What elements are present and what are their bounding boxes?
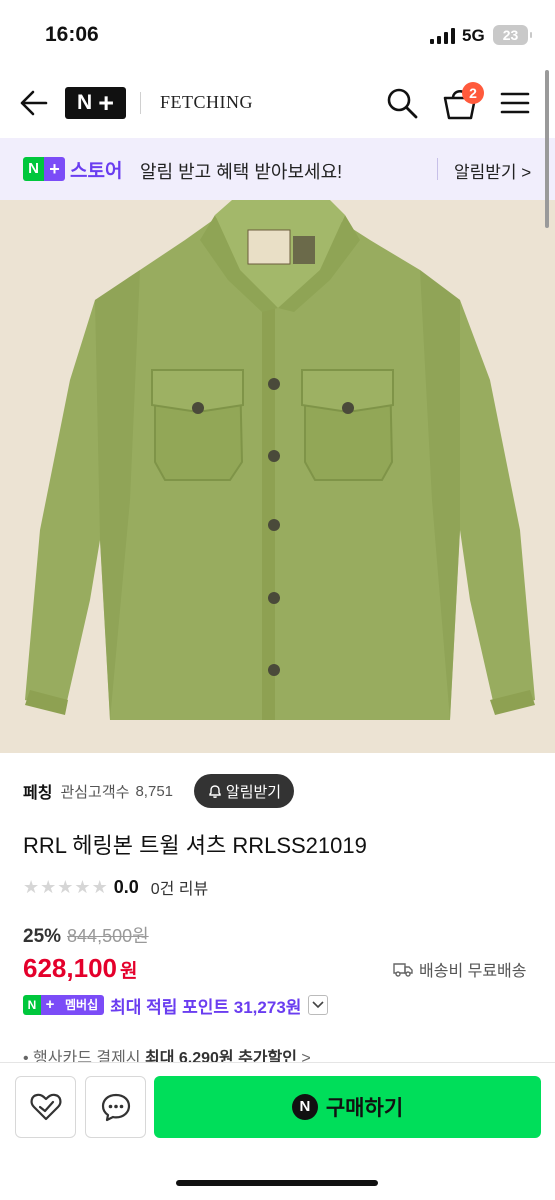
menu-icon[interactable] — [500, 90, 530, 116]
discount-percent: 25% — [23, 926, 62, 947]
max-points-text: 최대 적립 포인트 31,273원 — [110, 997, 302, 1017]
store-name[interactable]: FETCHING — [160, 92, 253, 113]
product-title: RRL 헤링본 트윌 셔츠 RRLSS21019 — [23, 833, 367, 858]
original-price: 844,500원 — [67, 926, 149, 946]
star-icon: ★ — [23, 877, 40, 897]
naver-plus-logo[interactable]: N + — [65, 87, 126, 119]
bottom-action-bar: N 구매하기 — [0, 1062, 555, 1200]
home-indicator[interactable] — [176, 1180, 378, 1186]
chevron-down-icon[interactable] — [308, 995, 329, 1015]
naver-plus-store-logo: N + — [23, 157, 65, 181]
store-label: 스토어 — [70, 161, 123, 182]
rating-score: 0.0 — [113, 876, 139, 897]
star-icon: ★ — [74, 877, 91, 897]
sale-price-unit: 원 — [119, 961, 138, 982]
logo-n: N — [23, 157, 44, 181]
logo-plus: + — [44, 157, 65, 181]
bell-plus-icon — [209, 785, 221, 798]
logo-plus: + — [41, 995, 59, 1015]
logo-n: N — [77, 91, 93, 114]
favorite-customers-label: 관심고객수 — [60, 783, 130, 801]
naver-plus-badge: N + — [23, 995, 59, 1015]
promo-message: 알림 받고 혜택 받아보세요! — [140, 162, 343, 182]
subscribe-alert-button[interactable]: 알림받기 — [194, 774, 294, 808]
chat-icon — [101, 1093, 130, 1122]
sale-price-amount: 628,100 — [23, 953, 117, 983]
rating-row[interactable]: ★ ★ ★ ★ ★ 0.0 0건 리뷰 — [23, 875, 208, 899]
product-image[interactable] — [0, 200, 555, 753]
battery-level: 23 — [502, 27, 519, 43]
subscribe-alert-link[interactable]: 알림받기 > — [454, 158, 531, 183]
seller-name[interactable]: 페칭 — [23, 779, 52, 803]
discount-row: 25% 844,500원 — [23, 922, 149, 948]
promo-divider — [437, 158, 438, 180]
status-bar: 16:06 5G 23 — [0, 0, 555, 68]
shirt-illustration — [25, 200, 535, 720]
star-rating: ★ ★ ★ ★ ★ — [23, 877, 108, 897]
star-icon: ★ — [57, 877, 74, 897]
naver-pay-icon: N — [291, 1094, 318, 1120]
shipping-info: 배송비 무료배송 — [393, 957, 527, 981]
seller-info: 페칭 관심고객수 8,751 — [23, 775, 173, 807]
signal-icon — [430, 28, 455, 44]
membership-points[interactable]: N + 멤버십 최대 적립 포인트 31,273원 — [23, 992, 329, 1018]
star-icon: ★ — [40, 877, 57, 897]
header-divider — [140, 92, 141, 114]
star-icon: ★ — [91, 877, 108, 897]
buy-button[interactable]: N 구매하기 — [154, 1076, 541, 1138]
back-arrow-icon[interactable] — [18, 88, 48, 118]
status-time: 16:06 — [45, 23, 99, 46]
wishlist-button[interactable] — [15, 1076, 76, 1138]
page-scrollbar[interactable] — [545, 70, 549, 228]
sale-price: 628,100 원 — [23, 953, 137, 984]
cart-count-badge: 2 — [462, 82, 484, 104]
search-icon[interactable] — [385, 86, 419, 120]
network-label: 5G — [462, 26, 485, 45]
review-count[interactable]: 0건 리뷰 — [151, 875, 209, 899]
battery-icon: 23 — [493, 25, 532, 45]
logo-n: N — [23, 995, 41, 1015]
shipping-label: 배송비 무료배송 — [419, 963, 527, 980]
buy-button-label: 구매하기 — [325, 1097, 404, 1120]
membership-badge: 멤버십 — [59, 995, 105, 1015]
subscribe-alert-label: 알림받기 — [225, 783, 282, 801]
app-header: N + FETCHING 2 — [0, 68, 555, 138]
truck-icon — [393, 963, 413, 977]
logo-plus: + — [98, 87, 114, 118]
store-alert-banner[interactable]: N + 스토어 알림 받고 혜택 받아보세요! 알림받기 > — [0, 138, 555, 200]
heart-check-icon — [30, 1093, 61, 1121]
talk-button[interactable] — [85, 1076, 146, 1138]
favorite-customers-count: 8,751 — [135, 782, 174, 800]
